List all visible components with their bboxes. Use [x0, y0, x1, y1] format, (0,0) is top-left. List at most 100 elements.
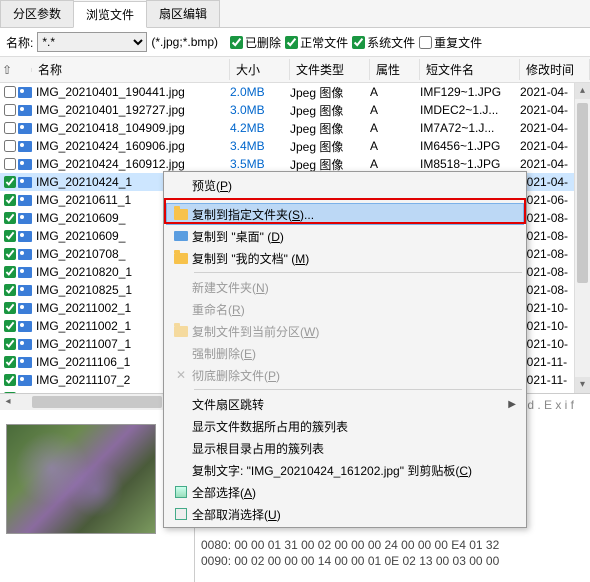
file-type: Jpeg 图像	[290, 156, 370, 173]
col-type[interactable]: 文件类型	[290, 59, 370, 80]
chk-system[interactable]: 系统文件	[352, 34, 415, 51]
table-row[interactable]: IMG_20210424_160906.jpg 3.4MB Jpeg 图像 A …	[0, 137, 590, 155]
row-checkbox[interactable]	[4, 194, 16, 206]
file-name: IMG_20210424_160906.jpg	[34, 139, 230, 153]
row-checkbox[interactable]	[4, 356, 16, 368]
name-filter-select[interactable]: *.*	[37, 32, 147, 52]
menu-copy-to-folder[interactable]: 复制到指定文件夹(S)...	[166, 203, 524, 225]
file-icon	[18, 177, 32, 188]
file-icon	[18, 159, 32, 170]
context-menu: 预览(P) 复制到指定文件夹(S)... 复制到 "桌面" (D) 复制到 "我…	[163, 171, 527, 528]
file-size: 4.2MB	[230, 121, 290, 135]
file-size: 2.0MB	[230, 85, 290, 99]
col-short[interactable]: 短文件名	[420, 59, 520, 80]
menu-sector-jump[interactable]: 文件扇区跳转▶	[166, 393, 524, 415]
row-checkbox[interactable]	[4, 284, 16, 296]
menu-copy-to-documents[interactable]: 复制到 "我的文档" (M)	[166, 247, 524, 269]
file-name: IMG_20210424_160912.jpg	[34, 157, 230, 171]
menu-select-all[interactable]: 全部选择(A)	[166, 481, 524, 503]
chk-normal[interactable]: 正常文件	[285, 34, 348, 51]
row-checkbox[interactable]	[4, 104, 16, 116]
table-row[interactable]: IMG_20210418_104909.jpg 4.2MB Jpeg 图像 A …	[0, 119, 590, 137]
tab-browse-files[interactable]: 浏览文件	[73, 1, 147, 28]
menu-copy-to-desktop[interactable]: 复制到 "桌面" (D)	[166, 225, 524, 247]
row-checkbox[interactable]	[4, 392, 16, 393]
menu-copy-text[interactable]: 复制文字: "IMG_20210424_161202.jpg" 到剪贴板(C)	[166, 459, 524, 481]
chk-deleted[interactable]: 已删除	[230, 34, 281, 51]
desktop-icon	[174, 231, 188, 241]
file-short-name: IMF129~1.JPG	[420, 85, 520, 99]
scroll-up-button[interactable]: ▴	[575, 83, 590, 99]
scroll-thumb[interactable]	[577, 103, 588, 283]
file-icon	[18, 87, 32, 98]
partition-icon	[174, 326, 188, 337]
row-checkbox[interactable]	[4, 122, 16, 134]
file-icon	[18, 141, 32, 152]
file-name: IMG_20210401_190441.jpg	[34, 85, 230, 99]
row-checkbox[interactable]	[4, 86, 16, 98]
file-icon	[18, 321, 32, 332]
vertical-scrollbar[interactable]: ▴ ▾	[574, 83, 590, 393]
row-checkbox[interactable]	[4, 230, 16, 242]
file-icon	[18, 105, 32, 116]
file-icon	[18, 285, 32, 296]
file-icon	[18, 375, 32, 386]
folder-icon	[174, 209, 188, 220]
file-size: 3.5MB	[230, 157, 290, 171]
file-icon	[18, 249, 32, 260]
file-type: Jpeg 图像	[290, 84, 370, 101]
file-short-name: IM6456~1.JPG	[420, 139, 520, 153]
file-attr: A	[370, 121, 420, 135]
tab-partition-params[interactable]: 分区参数	[0, 0, 74, 27]
file-attr: A	[370, 157, 420, 171]
file-short-name: IM8518~1.JPG	[420, 157, 520, 171]
menu-force-delete: 强制删除(E)	[166, 342, 524, 364]
file-icon	[18, 213, 32, 224]
col-size[interactable]: 大小	[230, 59, 290, 80]
scroll-down-button[interactable]: ▾	[575, 377, 590, 393]
menu-new-folder: 新建文件夹(N)	[166, 276, 524, 298]
col-name[interactable]: 名称	[32, 59, 230, 80]
file-icon	[18, 393, 32, 394]
ext-hint: (*.jpg;*.bmp)	[151, 35, 218, 49]
file-name: IMG_20210401_192727.jpg	[34, 103, 230, 117]
tab-sector-edit[interactable]: 扇区编辑	[146, 0, 220, 27]
row-checkbox[interactable]	[4, 338, 16, 350]
file-icon	[18, 339, 32, 350]
file-short-name: IMDEC2~1.J...	[420, 103, 520, 117]
tab-bar: 分区参数 浏览文件 扇区编辑	[0, 0, 590, 28]
menu-cluster-list[interactable]: 显示文件数据所占用的簇列表	[166, 415, 524, 437]
nav-up-icon[interactable]: ⇧	[0, 63, 14, 77]
image-thumbnail[interactable]	[6, 424, 156, 534]
file-attr: A	[370, 103, 420, 117]
file-icon	[18, 303, 32, 314]
row-checkbox[interactable]	[4, 266, 16, 278]
file-type: Jpeg 图像	[290, 102, 370, 119]
table-row[interactable]: IMG_20210401_192727.jpg 3.0MB Jpeg 图像 A …	[0, 101, 590, 119]
menu-deselect-all[interactable]: 全部取消选择(U)	[166, 503, 524, 525]
filter-bar: 名称: *.* (*.jpg;*.bmp) 已删除 正常文件 系统文件 重复文件	[0, 28, 590, 57]
row-checkbox[interactable]	[4, 212, 16, 224]
row-checkbox[interactable]	[4, 374, 16, 386]
row-checkbox[interactable]	[4, 302, 16, 314]
row-checkbox[interactable]	[4, 248, 16, 260]
col-mtime[interactable]: 修改时间	[520, 59, 590, 80]
documents-icon	[174, 253, 188, 264]
row-checkbox[interactable]	[4, 140, 16, 152]
menu-preview[interactable]: 预览(P)	[166, 174, 524, 196]
file-icon	[18, 267, 32, 278]
col-attr[interactable]: 属性	[370, 59, 420, 80]
file-attr: A	[370, 85, 420, 99]
file-icon	[18, 195, 32, 206]
row-checkbox[interactable]	[4, 158, 16, 170]
file-name: IMG_20210418_104909.jpg	[34, 121, 230, 135]
submenu-arrow-icon: ▶	[508, 399, 516, 410]
file-attr: A	[370, 139, 420, 153]
menu-root-cluster-list[interactable]: 显示根目录占用的簇列表	[166, 437, 524, 459]
table-row[interactable]: IMG_20210401_190441.jpg 2.0MB Jpeg 图像 A …	[0, 83, 590, 101]
chk-repeated[interactable]: 重复文件	[419, 34, 482, 51]
row-checkbox[interactable]	[4, 176, 16, 188]
row-checkbox[interactable]	[4, 320, 16, 332]
file-icon	[18, 123, 32, 134]
delete-icon: ✕	[176, 368, 186, 382]
